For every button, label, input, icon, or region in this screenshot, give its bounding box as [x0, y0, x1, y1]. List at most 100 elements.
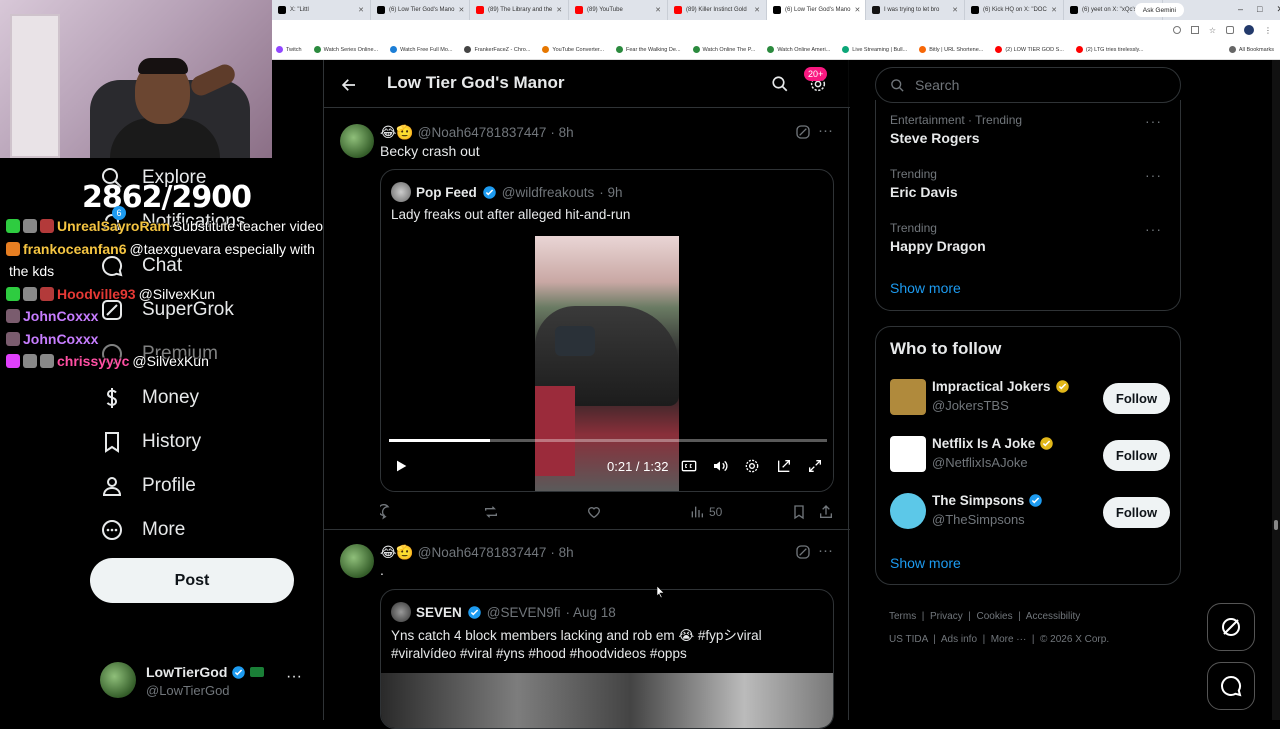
extensions-icon[interactable]	[1226, 26, 1234, 34]
zoom-icon[interactable]	[1172, 26, 1181, 34]
nav-money[interactable]: Money	[100, 386, 199, 410]
follow-suggestion[interactable]: The Simpsons @TheSimpsons Follow	[890, 491, 1170, 535]
share-icon[interactable]	[818, 504, 834, 520]
nav-history[interactable]: History	[100, 430, 201, 454]
search-icon[interactable]	[771, 75, 789, 93]
search-input[interactable]: Search	[875, 67, 1181, 103]
bookmark-item[interactable]: Bitly | URL Shortene...	[919, 46, 983, 53]
captions-icon[interactable]	[681, 458, 697, 474]
messages-fab-button[interactable]	[1207, 662, 1255, 710]
grok-icon[interactable]	[795, 544, 811, 560]
footer-accessibility[interactable]: Accessibility	[1026, 611, 1080, 622]
tab-close-icon[interactable]: ✕	[1051, 6, 1057, 14]
follow-suggestion[interactable]: Netflix Is A Joke @NetflixIsAJoke Follow	[890, 434, 1170, 478]
footer-ads-info[interactable]: Ads info	[941, 634, 977, 645]
play-icon[interactable]	[393, 458, 409, 474]
cast-icon[interactable]	[1190, 26, 1199, 34]
bookmark-item[interactable]: Live Streaming | Bull...	[842, 46, 907, 53]
footer-ustida[interactable]: US TIDA	[889, 634, 928, 645]
bookmark-icon[interactable]	[791, 504, 807, 520]
post-more-icon[interactable]: ···	[818, 542, 833, 559]
video-player[interactable]: 0:21 / 1:32	[381, 232, 833, 491]
nav-chat[interactable]: Chat	[100, 254, 182, 278]
follow-show-more-link[interactable]: Show more	[890, 555, 961, 571]
post[interactable]: 😂🫡 @Noah64781837447 · 8h ··· . SEVEN @SE…	[324, 540, 850, 729]
post-handle[interactable]: @Noah64781837447	[418, 125, 547, 140]
bookmark-item[interactable]: Watch Series Online...	[313, 46, 378, 53]
bookmark-item[interactable]: Watch Online Ameri...	[767, 46, 830, 53]
trend-item[interactable]: Entertainment · Trending Steve Rogers ··…	[890, 113, 1170, 146]
trends-show-more-link[interactable]: Show more	[890, 280, 961, 296]
bookmark-item[interactable]: Fear the Walking De...	[616, 46, 681, 53]
nav-profile[interactable]: Profile	[100, 474, 196, 498]
browser-tab[interactable]: (6) Low Tier God's Mano ✕	[767, 0, 866, 20]
browser-tab[interactable]: X: "Littl ✕	[272, 0, 371, 20]
trend-more-icon[interactable]: ···	[1145, 113, 1162, 129]
close-window-icon[interactable]: ✕	[1276, 4, 1280, 15]
nav-grok[interactable]: SuperGrok	[100, 298, 234, 322]
tab-close-icon[interactable]: ✕	[952, 6, 958, 14]
post-avatar[interactable]	[340, 544, 374, 578]
post-handle[interactable]: @Noah64781837447	[418, 545, 547, 560]
repost-icon[interactable]	[483, 504, 499, 520]
follow-button[interactable]: Follow	[1103, 497, 1170, 528]
follow-avatar[interactable]	[890, 436, 926, 472]
tab-close-icon[interactable]: ✕	[855, 6, 861, 14]
browser-tab[interactable]: (6) Low Tier God's Mano ✕	[371, 0, 470, 20]
tab-close-icon[interactable]: ✕	[556, 6, 562, 14]
grok-fab-button[interactable]	[1207, 603, 1255, 651]
browser-tab[interactable]: (89) Killer Instinct Gold ✕	[668, 0, 767, 20]
post-button[interactable]: Post	[90, 558, 294, 603]
profile-avatar-icon[interactable]	[1244, 25, 1254, 35]
like-icon[interactable]	[586, 504, 602, 520]
bookmark-item[interactable]: Watch Online The P...	[692, 46, 755, 53]
follow-name[interactable]: The Simpsons	[932, 493, 1024, 508]
tab-close-icon[interactable]: ✕	[358, 6, 364, 14]
pip-icon[interactable]	[776, 458, 792, 474]
footer-privacy[interactable]: Privacy	[930, 611, 963, 622]
tab-close-icon[interactable]: ✕	[754, 6, 760, 14]
menu-icon[interactable]: ⋮	[1264, 26, 1272, 35]
post-avatar[interactable]	[340, 124, 374, 158]
trend-item[interactable]: Trending Eric Davis ···	[890, 167, 1170, 200]
quoted-post[interactable]: SEVEN @SEVEN9fi · Aug 18 Yns catch 4 blo…	[380, 589, 834, 729]
bookmark-item[interactable]: (2) LTG tries tirelessly...	[1075, 46, 1143, 53]
follow-avatar[interactable]	[890, 379, 926, 415]
post-more-icon[interactable]: ···	[818, 122, 833, 139]
views-count[interactable]: 50	[689, 504, 722, 520]
tab-close-icon[interactable]: ✕	[459, 6, 465, 14]
ask-gemini-button[interactable]: Ask Gemini	[1134, 3, 1184, 17]
video-thumbnail[interactable]	[381, 673, 833, 728]
browser-tab[interactable]: I was trying to let bro ✕	[866, 0, 965, 20]
follow-name[interactable]: Netflix Is A Joke	[932, 436, 1035, 451]
settings-gear-icon[interactable]	[744, 458, 760, 474]
page-scrollbar-thumb[interactable]	[1274, 520, 1278, 530]
post[interactable]: 😂🫡 @Noah64781837447 · 8h ··· Becky crash…	[324, 120, 850, 530]
trend-more-icon[interactable]: ···	[1145, 167, 1162, 183]
page-scrollbar[interactable]	[1272, 60, 1280, 720]
bookmark-item[interactable]: Watch Free Full Mo...	[390, 46, 452, 53]
follow-button[interactable]: Follow	[1103, 383, 1170, 414]
browser-tab[interactable]: (6) Kick HQ on X: "DOC ✕	[965, 0, 1064, 20]
post-time[interactable]: · 8h	[550, 125, 573, 140]
follow-suggestion[interactable]: Impractical Jokers @JokersTBS Follow	[890, 377, 1170, 421]
follow-avatar[interactable]	[890, 493, 926, 529]
minimize-icon[interactable]: –	[1238, 4, 1243, 15]
footer-cookies[interactable]: Cookies	[976, 611, 1012, 622]
maximize-icon[interactable]: □	[1257, 4, 1262, 15]
follow-button[interactable]: Follow	[1103, 440, 1170, 471]
bookmark-item[interactable]: (2) LOW TIER GOD S...	[995, 46, 1064, 53]
back-arrow-icon[interactable]	[340, 76, 358, 94]
footer-more[interactable]: More ···	[991, 634, 1027, 645]
bookmark-item[interactable]: FrankerFaceZ - Chro...	[464, 46, 530, 53]
tab-close-icon[interactable]: ✕	[655, 6, 661, 14]
browser-tab[interactable]: (89) YouTube ✕	[569, 0, 668, 20]
grok-icon[interactable]	[795, 124, 811, 140]
star-icon[interactable]: ☆	[1209, 26, 1216, 35]
bookmark-item[interactable]: YouTube Converter...	[542, 46, 604, 53]
post-time[interactable]: · 8h	[550, 545, 573, 560]
address-bar[interactable]: ☆ ⋮	[272, 20, 1280, 40]
footer-terms[interactable]: Terms	[889, 611, 916, 622]
volume-icon[interactable]	[712, 458, 728, 474]
follow-name[interactable]: Impractical Jokers	[932, 379, 1051, 394]
